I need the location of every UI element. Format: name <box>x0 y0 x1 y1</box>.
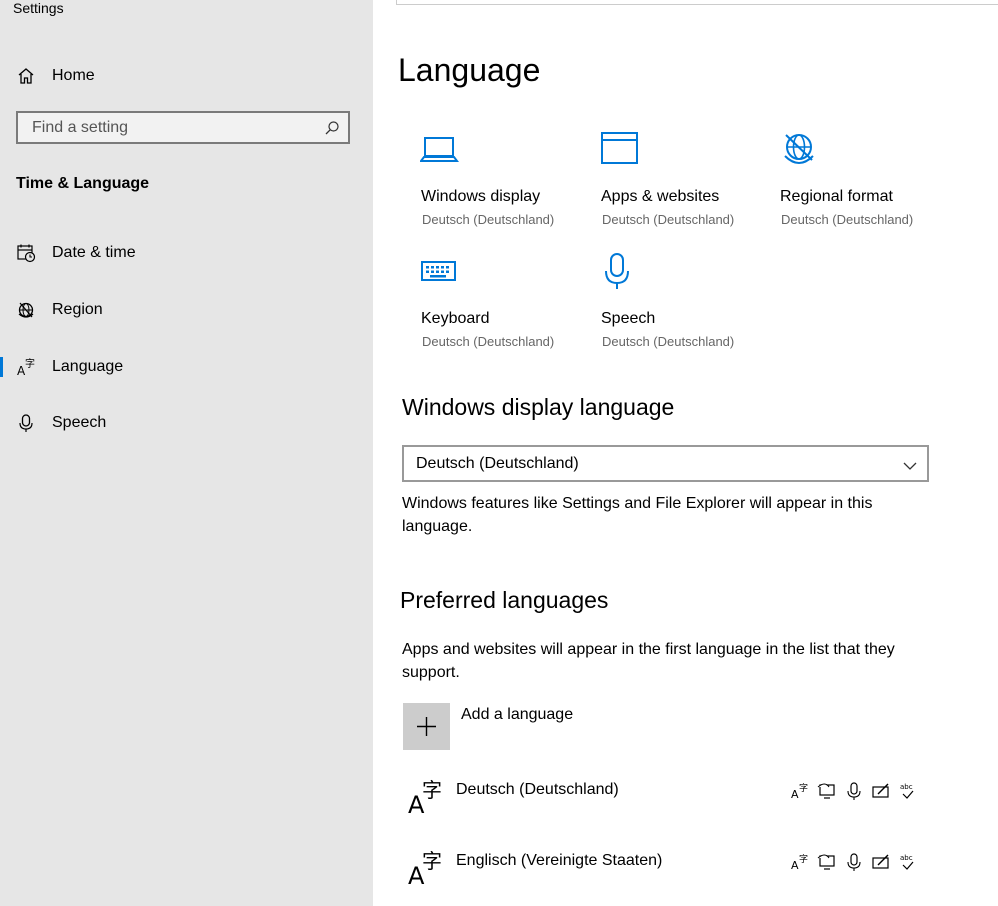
handwriting-feature-icon <box>871 781 891 801</box>
language-icon: A字 <box>406 846 446 893</box>
spellcheck-feature-icon: abc <box>898 852 918 872</box>
search-icon[interactable] <box>324 120 340 141</box>
tile-name: Regional format <box>780 188 893 205</box>
sidebar-item-date-time[interactable]: Date & time <box>0 233 373 273</box>
tile-subtitle: Deutsch (Deutschland) <box>422 334 555 349</box>
svg-text:A: A <box>791 788 799 801</box>
tile-windows-display[interactable]: Windows display Deutsch (Deutschland) <box>419 130 590 240</box>
display-language-dropdown[interactable]: Deutsch (Deutschland) <box>402 445 929 482</box>
calendar-clock-icon <box>16 243 36 263</box>
svg-text:A: A <box>791 859 799 872</box>
tile-subtitle: Deutsch (Deutschland) <box>602 212 735 227</box>
add-language-button[interactable] <box>403 703 450 750</box>
language-name: Deutsch (Deutschland) <box>456 781 619 798</box>
tile-name: Speech <box>601 310 656 327</box>
plus-icon <box>416 716 437 742</box>
home-icon <box>16 66 36 86</box>
language-name: Englisch (Vereinigte Staaten) <box>456 852 663 869</box>
dropdown-value: Deutsch (Deutschland) <box>416 455 579 472</box>
language-item[interactable]: A字 Englisch (Vereinigte Staaten) A字 abc <box>400 846 930 906</box>
sidebar-item-speech[interactable]: Speech <box>0 403 373 443</box>
add-language-label[interactable]: Add a language <box>461 706 573 724</box>
microphone-icon <box>600 252 640 292</box>
language-icon: A字 <box>406 775 446 822</box>
sidebar: Settings Home Time & Language Date & tim… <box>0 0 373 906</box>
svg-text:字: 字 <box>25 357 35 370</box>
text-to-speech-feature-icon <box>817 852 837 872</box>
search-input[interactable] <box>30 118 314 138</box>
svg-text:字: 字 <box>799 782 808 794</box>
sidebar-item-label: Region <box>52 301 103 318</box>
tile-subtitle: Deutsch (Deutschland) <box>602 334 735 349</box>
display-language-description: Windows features like Settings and File … <box>402 495 873 535</box>
language-item[interactable]: A字 Deutsch (Deutschland) A字 abc <box>400 775 930 835</box>
speech-recognition-feature-icon <box>844 781 864 801</box>
sidebar-item-home[interactable]: Home <box>0 60 373 92</box>
sidebar-item-language[interactable]: A字 Language <box>0 347 373 387</box>
tile-subtitle: Deutsch (Deutschland) <box>781 212 914 227</box>
sidebar-item-label: Date & time <box>52 244 136 261</box>
spellcheck-feature-icon: abc <box>898 781 918 801</box>
tile-apps-websites[interactable]: Apps & websites Deutsch (Deutschland) <box>600 130 770 240</box>
handwriting-feature-icon <box>871 852 891 872</box>
tile-keyboard[interactable]: Keyboard Deutsch (Deutschland) <box>420 252 590 362</box>
microphone-icon <box>16 413 36 433</box>
sidebar-item-label: Home <box>52 67 95 84</box>
text-to-speech-feature-icon <box>817 781 837 801</box>
chevron-down-icon <box>903 458 917 476</box>
globe-icon <box>16 300 36 320</box>
sidebar-item-region[interactable]: Region <box>0 290 373 330</box>
language-icon: A字 <box>16 357 36 377</box>
keyboard-icon <box>420 252 460 292</box>
display-language-heading: Windows display language <box>402 394 675 420</box>
svg-text:字: 字 <box>799 853 808 865</box>
preferred-languages-heading: Preferred languages <box>400 587 609 613</box>
svg-text:字: 字 <box>422 778 442 802</box>
app-title: Settings <box>13 0 64 16</box>
tile-name: Keyboard <box>421 310 490 327</box>
svg-text:abc: abc <box>900 854 913 862</box>
tile-name: Windows display <box>421 188 541 205</box>
search-box[interactable] <box>16 111 350 144</box>
tile-subtitle: Deutsch (Deutschland) <box>422 212 555 227</box>
top-bar <box>396 0 998 5</box>
sidebar-section-title: Time & Language <box>16 175 150 192</box>
tile-regional-format[interactable]: Regional format Deutsch (Deutschland) <box>779 130 949 240</box>
tile-name: Apps & websites <box>601 188 720 205</box>
display-language-feature-icon: A字 <box>790 781 810 801</box>
tile-speech[interactable]: Speech Deutsch (Deutschland) <box>600 252 770 362</box>
svg-text:字: 字 <box>422 849 442 873</box>
display-language-feature-icon: A字 <box>790 852 810 872</box>
page-title: Language <box>398 52 541 88</box>
selection-indicator <box>0 357 3 377</box>
sidebar-item-label: Speech <box>52 414 107 431</box>
svg-text:abc: abc <box>900 783 913 791</box>
globe-icon <box>779 130 819 170</box>
window-icon <box>600 130 640 170</box>
laptop-icon <box>419 130 460 170</box>
speech-recognition-feature-icon <box>844 852 864 872</box>
preferred-languages-description: Apps and websites will appear in the fir… <box>402 641 895 681</box>
sidebar-item-label: Language <box>52 358 124 375</box>
